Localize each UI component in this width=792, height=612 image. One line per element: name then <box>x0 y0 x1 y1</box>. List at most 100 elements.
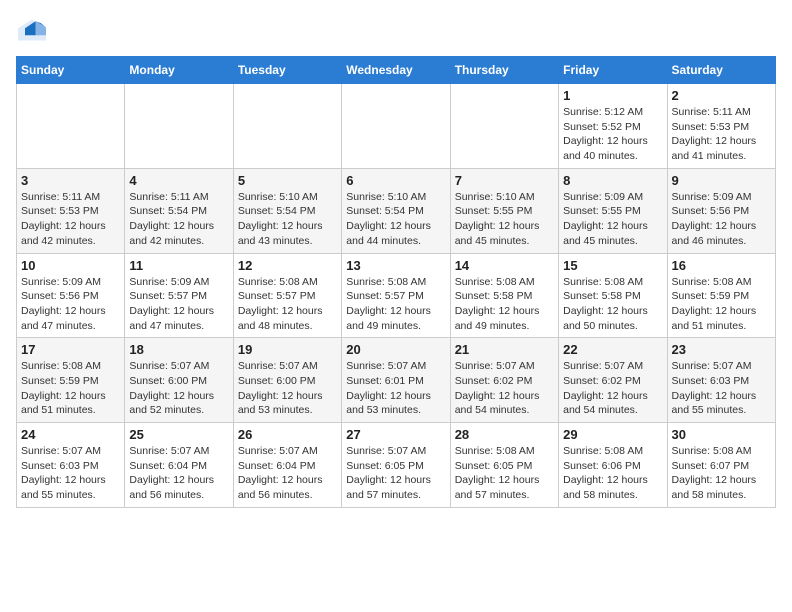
day-info: Sunrise: 5:10 AM Sunset: 5:54 PM Dayligh… <box>238 190 337 249</box>
day-number: 15 <box>563 258 662 273</box>
day-info: Sunrise: 5:09 AM Sunset: 5:56 PM Dayligh… <box>672 190 771 249</box>
day-number: 29 <box>563 427 662 442</box>
day-of-week-header: Monday <box>125 57 233 84</box>
day-of-week-header: Thursday <box>450 57 558 84</box>
day-info: Sunrise: 5:10 AM Sunset: 5:54 PM Dayligh… <box>346 190 445 249</box>
day-number: 10 <box>21 258 120 273</box>
day-number: 12 <box>238 258 337 273</box>
day-number: 19 <box>238 342 337 357</box>
calendar-day-cell: 15 Sunrise: 5:08 AM Sunset: 5:58 PM Dayli… <box>559 253 667 338</box>
day-number: 2 <box>672 88 771 103</box>
day-info: Sunrise: 5:09 AM Sunset: 5:57 PM Dayligh… <box>129 275 228 334</box>
day-number: 11 <box>129 258 228 273</box>
day-of-week-header: Wednesday <box>342 57 450 84</box>
day-info: Sunrise: 5:08 AM Sunset: 5:58 PM Dayligh… <box>563 275 662 334</box>
day-number: 14 <box>455 258 554 273</box>
calendar-day-cell: 3 Sunrise: 5:11 AM Sunset: 5:53 PM Daylig… <box>17 168 125 253</box>
day-number: 5 <box>238 173 337 188</box>
day-number: 21 <box>455 342 554 357</box>
day-info: Sunrise: 5:08 AM Sunset: 5:57 PM Dayligh… <box>346 275 445 334</box>
day-info: Sunrise: 5:08 AM Sunset: 6:07 PM Dayligh… <box>672 444 771 503</box>
day-number: 3 <box>21 173 120 188</box>
day-info: Sunrise: 5:08 AM Sunset: 5:57 PM Dayligh… <box>238 275 337 334</box>
day-info: Sunrise: 5:07 AM Sunset: 6:03 PM Dayligh… <box>672 359 771 418</box>
calendar-day-cell: 27 Sunrise: 5:07 AM Sunset: 6:05 PM Dayli… <box>342 423 450 508</box>
calendar-table: SundayMondayTuesdayWednesdayThursdayFrid… <box>16 56 776 508</box>
calendar-day-cell: 14Sunrise: 5:08 AM Sunset: 5:58 PM Dayli… <box>450 253 558 338</box>
day-info: Sunrise: 5:12 AM Sunset: 5:52 PM Dayligh… <box>563 105 662 164</box>
calendar-day-cell <box>125 84 233 169</box>
day-number: 28 <box>455 427 554 442</box>
day-info: Sunrise: 5:07 AM Sunset: 6:03 PM Dayligh… <box>21 444 120 503</box>
day-number: 8 <box>563 173 662 188</box>
day-info: Sunrise: 5:09 AM Sunset: 5:56 PM Dayligh… <box>21 275 120 334</box>
calendar-day-cell: 2 Sunrise: 5:11 AM Sunset: 5:53 PM Daylig… <box>667 84 775 169</box>
calendar-day-cell: 21 Sunrise: 5:07 AM Sunset: 6:02 PM Dayli… <box>450 338 558 423</box>
calendar-day-cell: 16 Sunrise: 5:08 AM Sunset: 5:59 PM Dayli… <box>667 253 775 338</box>
day-of-week-header: Sunday <box>17 57 125 84</box>
calendar-day-cell: 24 Sunrise: 5:07 AM Sunset: 6:03 PM Dayli… <box>17 423 125 508</box>
day-number: 23 <box>672 342 771 357</box>
day-info: Sunrise: 5:11 AM Sunset: 5:54 PM Dayligh… <box>129 190 228 249</box>
day-info: Sunrise: 5:11 AM Sunset: 5:53 PM Dayligh… <box>672 105 771 164</box>
day-info: Sunrise: 5:07 AM Sunset: 6:02 PM Dayligh… <box>455 359 554 418</box>
day-info: Sunrise: 5:08 AM Sunset: 5:59 PM Dayligh… <box>672 275 771 334</box>
calendar-week-row: 17 Sunrise: 5:08 AM Sunset: 5:59 PM Dayli… <box>17 338 776 423</box>
day-number: 4 <box>129 173 228 188</box>
calendar-day-cell: 29 Sunrise: 5:08 AM Sunset: 6:06 PM Dayli… <box>559 423 667 508</box>
day-number: 1 <box>563 88 662 103</box>
day-info: Sunrise: 5:09 AM Sunset: 5:55 PM Dayligh… <box>563 190 662 249</box>
day-of-week-header: Friday <box>559 57 667 84</box>
calendar-day-cell <box>450 84 558 169</box>
day-of-week-header: Saturday <box>667 57 775 84</box>
day-of-week-header: Tuesday <box>233 57 341 84</box>
calendar-day-cell: 22 Sunrise: 5:07 AM Sunset: 6:02 PM Dayli… <box>559 338 667 423</box>
day-number: 25 <box>129 427 228 442</box>
calendar-day-cell: 9 Sunrise: 5:09 AM Sunset: 5:56 PM Daylig… <box>667 168 775 253</box>
day-info: Sunrise: 5:07 AM Sunset: 6:04 PM Dayligh… <box>129 444 228 503</box>
day-number: 22 <box>563 342 662 357</box>
day-info: Sunrise: 5:08 AM Sunset: 6:06 PM Dayligh… <box>563 444 662 503</box>
day-info: Sunrise: 5:07 AM Sunset: 6:00 PM Dayligh… <box>129 359 228 418</box>
day-info: Sunrise: 5:07 AM Sunset: 6:02 PM Dayligh… <box>563 359 662 418</box>
calendar-day-cell: 18Sunrise: 5:07 AM Sunset: 6:00 PM Dayli… <box>125 338 233 423</box>
day-info: Sunrise: 5:07 AM Sunset: 6:00 PM Dayligh… <box>238 359 337 418</box>
day-number: 30 <box>672 427 771 442</box>
day-info: Sunrise: 5:08 AM Sunset: 6:05 PM Dayligh… <box>455 444 554 503</box>
day-number: 26 <box>238 427 337 442</box>
calendar-day-cell: 20Sunrise: 5:07 AM Sunset: 6:01 PM Dayli… <box>342 338 450 423</box>
day-info: Sunrise: 5:11 AM Sunset: 5:53 PM Dayligh… <box>21 190 120 249</box>
calendar-day-cell: 28 Sunrise: 5:08 AM Sunset: 6:05 PM Dayli… <box>450 423 558 508</box>
logo-icon <box>16 16 48 44</box>
calendar-day-cell: 11 Sunrise: 5:09 AM Sunset: 5:57 PM Dayli… <box>125 253 233 338</box>
calendar-week-row: 3 Sunrise: 5:11 AM Sunset: 5:53 PM Daylig… <box>17 168 776 253</box>
calendar-day-cell: 26Sunrise: 5:07 AM Sunset: 6:04 PM Dayli… <box>233 423 341 508</box>
calendar-day-cell: 13 Sunrise: 5:08 AM Sunset: 5:57 PM Dayli… <box>342 253 450 338</box>
calendar-day-cell: 23 Sunrise: 5:07 AM Sunset: 6:03 PM Dayli… <box>667 338 775 423</box>
calendar-day-cell: 17 Sunrise: 5:08 AM Sunset: 5:59 PM Dayli… <box>17 338 125 423</box>
calendar-day-cell: 6Sunrise: 5:10 AM Sunset: 5:54 PM Daylig… <box>342 168 450 253</box>
day-number: 13 <box>346 258 445 273</box>
calendar-day-cell: 1 Sunrise: 5:12 AM Sunset: 5:52 PM Daylig… <box>559 84 667 169</box>
calendar-day-cell: 19 Sunrise: 5:07 AM Sunset: 6:00 PM Dayli… <box>233 338 341 423</box>
day-number: 20 <box>346 342 445 357</box>
logo <box>16 16 52 44</box>
day-info: Sunrise: 5:08 AM Sunset: 5:59 PM Dayligh… <box>21 359 120 418</box>
calendar-day-cell: 8 Sunrise: 5:09 AM Sunset: 5:55 PM Daylig… <box>559 168 667 253</box>
page-header <box>16 16 776 44</box>
day-number: 16 <box>672 258 771 273</box>
day-number: 24 <box>21 427 120 442</box>
day-number: 7 <box>455 173 554 188</box>
calendar-day-cell: 25 Sunrise: 5:07 AM Sunset: 6:04 PM Dayli… <box>125 423 233 508</box>
calendar-day-cell: 7Sunrise: 5:10 AM Sunset: 5:55 PM Daylig… <box>450 168 558 253</box>
calendar-day-cell: 30 Sunrise: 5:08 AM Sunset: 6:07 PM Dayli… <box>667 423 775 508</box>
calendar-day-cell: 10 Sunrise: 5:09 AM Sunset: 5:56 PM Dayli… <box>17 253 125 338</box>
day-number: 17 <box>21 342 120 357</box>
calendar-day-cell: 4 Sunrise: 5:11 AM Sunset: 5:54 PM Daylig… <box>125 168 233 253</box>
day-number: 9 <box>672 173 771 188</box>
calendar-week-row: 10 Sunrise: 5:09 AM Sunset: 5:56 PM Dayli… <box>17 253 776 338</box>
calendar-day-cell <box>17 84 125 169</box>
calendar-header-row: SundayMondayTuesdayWednesdayThursdayFrid… <box>17 57 776 84</box>
day-info: Sunrise: 5:07 AM Sunset: 6:05 PM Dayligh… <box>346 444 445 503</box>
day-number: 27 <box>346 427 445 442</box>
